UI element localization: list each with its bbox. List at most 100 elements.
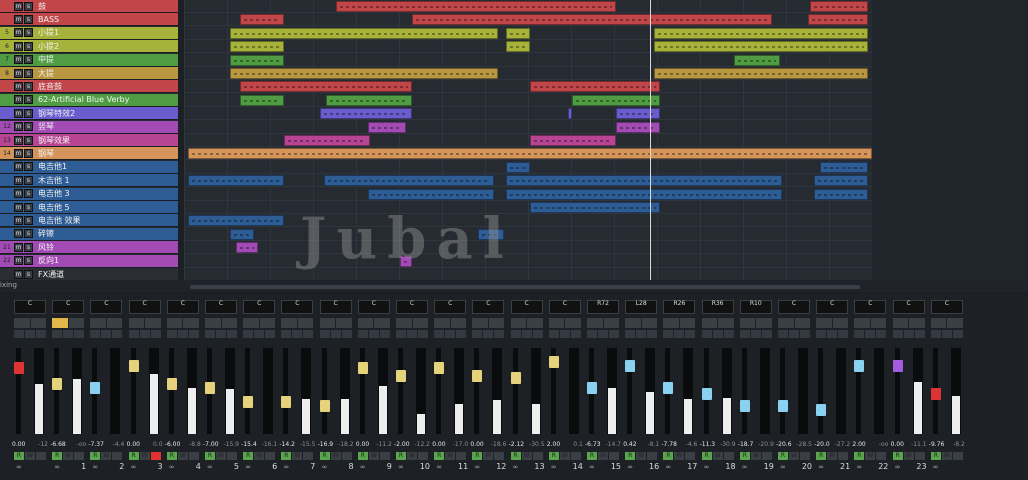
channel-setting-button[interactable] bbox=[952, 330, 963, 338]
solo-button[interactable] bbox=[145, 318, 161, 328]
track-header[interactable]: 21 m s 风铃 bbox=[0, 241, 178, 255]
record-enable-button[interactable] bbox=[952, 452, 963, 460]
solo-button[interactable] bbox=[679, 318, 696, 328]
volume-fader[interactable] bbox=[434, 362, 445, 374]
channel-setting-button[interactable] bbox=[570, 330, 581, 338]
pan-control[interactable]: C bbox=[816, 300, 849, 314]
volume-fader[interactable] bbox=[166, 378, 177, 390]
audio-clip[interactable] bbox=[814, 175, 868, 187]
channel-setting-button[interactable] bbox=[548, 330, 559, 338]
write-automation-button[interactable]: W bbox=[445, 452, 456, 460]
volume-value[interactable]: -16.9 bbox=[318, 441, 334, 448]
audio-clip[interactable] bbox=[506, 27, 530, 39]
track-header[interactable]: m s BASS bbox=[0, 13, 178, 27]
solo-button[interactable]: s bbox=[24, 256, 33, 266]
audio-clip[interactable] bbox=[284, 135, 370, 146]
channel-setting-button[interactable] bbox=[205, 330, 215, 338]
channel-setting-button[interactable] bbox=[90, 330, 101, 338]
read-automation-button[interactable]: R bbox=[281, 452, 292, 460]
track-header[interactable]: 22 m s 反向1 bbox=[0, 254, 178, 268]
record-enable-button[interactable] bbox=[112, 452, 123, 460]
channel-setting-button[interactable] bbox=[800, 330, 810, 338]
write-automation-button[interactable]: W bbox=[521, 452, 532, 460]
record-enable-button[interactable] bbox=[494, 452, 505, 460]
write-automation-button[interactable]: W bbox=[368, 452, 379, 460]
audio-clip[interactable] bbox=[654, 27, 868, 39]
mute-button[interactable] bbox=[434, 318, 450, 328]
horizontal-scrollbar[interactable] bbox=[190, 285, 860, 289]
pan-control[interactable]: C bbox=[52, 300, 85, 314]
channel-setting-button[interactable] bbox=[292, 330, 303, 338]
write-automation-button[interactable]: W bbox=[636, 452, 647, 460]
mute-button[interactable] bbox=[892, 318, 909, 328]
pan-control[interactable]: C bbox=[548, 300, 581, 314]
record-enable-button[interactable] bbox=[609, 452, 619, 460]
playhead-cursor[interactable] bbox=[650, 0, 651, 283]
record-enable-button[interactable] bbox=[914, 452, 925, 460]
mute-button[interactable] bbox=[510, 318, 527, 328]
audio-clip[interactable] bbox=[654, 41, 868, 53]
channel-setting-button[interactable] bbox=[750, 330, 761, 338]
audio-clip[interactable] bbox=[412, 14, 772, 26]
channel-setting-button[interactable] bbox=[647, 330, 658, 338]
track-lane[interactable] bbox=[184, 201, 872, 214]
volume-value[interactable]: -7.37 bbox=[88, 441, 104, 448]
volume-value[interactable]: 0.00 bbox=[891, 441, 904, 448]
audio-clip[interactable] bbox=[230, 68, 498, 79]
audio-clip[interactable] bbox=[568, 108, 572, 120]
mute-button[interactable] bbox=[205, 318, 221, 328]
mute-button[interactable]: m bbox=[14, 95, 23, 105]
channel-setting-button[interactable] bbox=[418, 330, 428, 338]
mute-button[interactable] bbox=[854, 318, 870, 328]
track-lane[interactable] bbox=[184, 107, 872, 121]
channel-setting-button[interactable] bbox=[587, 330, 597, 338]
solo-button[interactable] bbox=[30, 318, 46, 328]
audio-clip[interactable] bbox=[236, 242, 258, 254]
write-automation-button[interactable]: W bbox=[941, 452, 952, 460]
volume-fader[interactable] bbox=[548, 356, 559, 368]
read-automation-button[interactable]: R bbox=[205, 452, 215, 460]
read-automation-button[interactable]: R bbox=[587, 452, 597, 460]
volume-value[interactable]: 0.00 bbox=[470, 441, 483, 448]
mute-button[interactable]: m bbox=[14, 108, 23, 118]
solo-button[interactable]: s bbox=[24, 108, 33, 118]
channel-setting-button[interactable] bbox=[254, 330, 265, 338]
volume-value[interactable]: -9.76 bbox=[929, 441, 945, 448]
channel-setting-button[interactable] bbox=[494, 330, 505, 338]
channel-setting-button[interactable] bbox=[434, 330, 445, 338]
volume-fader[interactable] bbox=[663, 382, 674, 394]
audio-clip[interactable] bbox=[530, 135, 616, 146]
channel-setting-button[interactable] bbox=[25, 330, 35, 338]
volume-value[interactable]: -7.00 bbox=[203, 441, 219, 448]
mute-button[interactable] bbox=[739, 318, 756, 328]
track-header[interactable]: m s 木吉他 1 bbox=[0, 174, 178, 188]
volume-value[interactable]: -6.73 bbox=[585, 441, 601, 448]
read-automation-button[interactable]: R bbox=[319, 452, 330, 460]
write-automation-button[interactable]: W bbox=[903, 452, 914, 460]
channel-setting-button[interactable] bbox=[227, 330, 237, 338]
channel-setting-button[interactable] bbox=[930, 330, 941, 338]
audio-clip[interactable] bbox=[808, 14, 868, 26]
pan-control[interactable]: C bbox=[472, 300, 505, 314]
solo-button[interactable] bbox=[221, 318, 237, 328]
channel-setting-button[interactable] bbox=[456, 330, 467, 338]
channel-setting-button[interactable] bbox=[609, 330, 619, 338]
pan-control[interactable]: R72 bbox=[587, 300, 619, 314]
solo-button[interactable] bbox=[947, 318, 963, 328]
audio-clip[interactable] bbox=[616, 121, 660, 133]
mute-button[interactable]: m bbox=[14, 175, 23, 185]
record-enable-button[interactable] bbox=[418, 452, 428, 460]
record-enable-button[interactable] bbox=[532, 452, 543, 460]
channel-setting-button[interactable] bbox=[14, 330, 24, 338]
mute-button[interactable] bbox=[816, 318, 832, 328]
mute-button[interactable] bbox=[663, 318, 679, 328]
read-automation-button[interactable]: R bbox=[739, 452, 750, 460]
record-enable-button[interactable] bbox=[838, 452, 849, 460]
pan-control[interactable]: C bbox=[930, 300, 963, 314]
volume-value[interactable]: -11.3 bbox=[700, 441, 716, 448]
solo-button[interactable]: s bbox=[24, 175, 33, 185]
write-automation-button[interactable]: W bbox=[598, 452, 608, 460]
audio-clip[interactable] bbox=[506, 41, 530, 53]
solo-button[interactable]: s bbox=[24, 81, 33, 91]
volume-value[interactable]: -14.2 bbox=[279, 441, 295, 448]
